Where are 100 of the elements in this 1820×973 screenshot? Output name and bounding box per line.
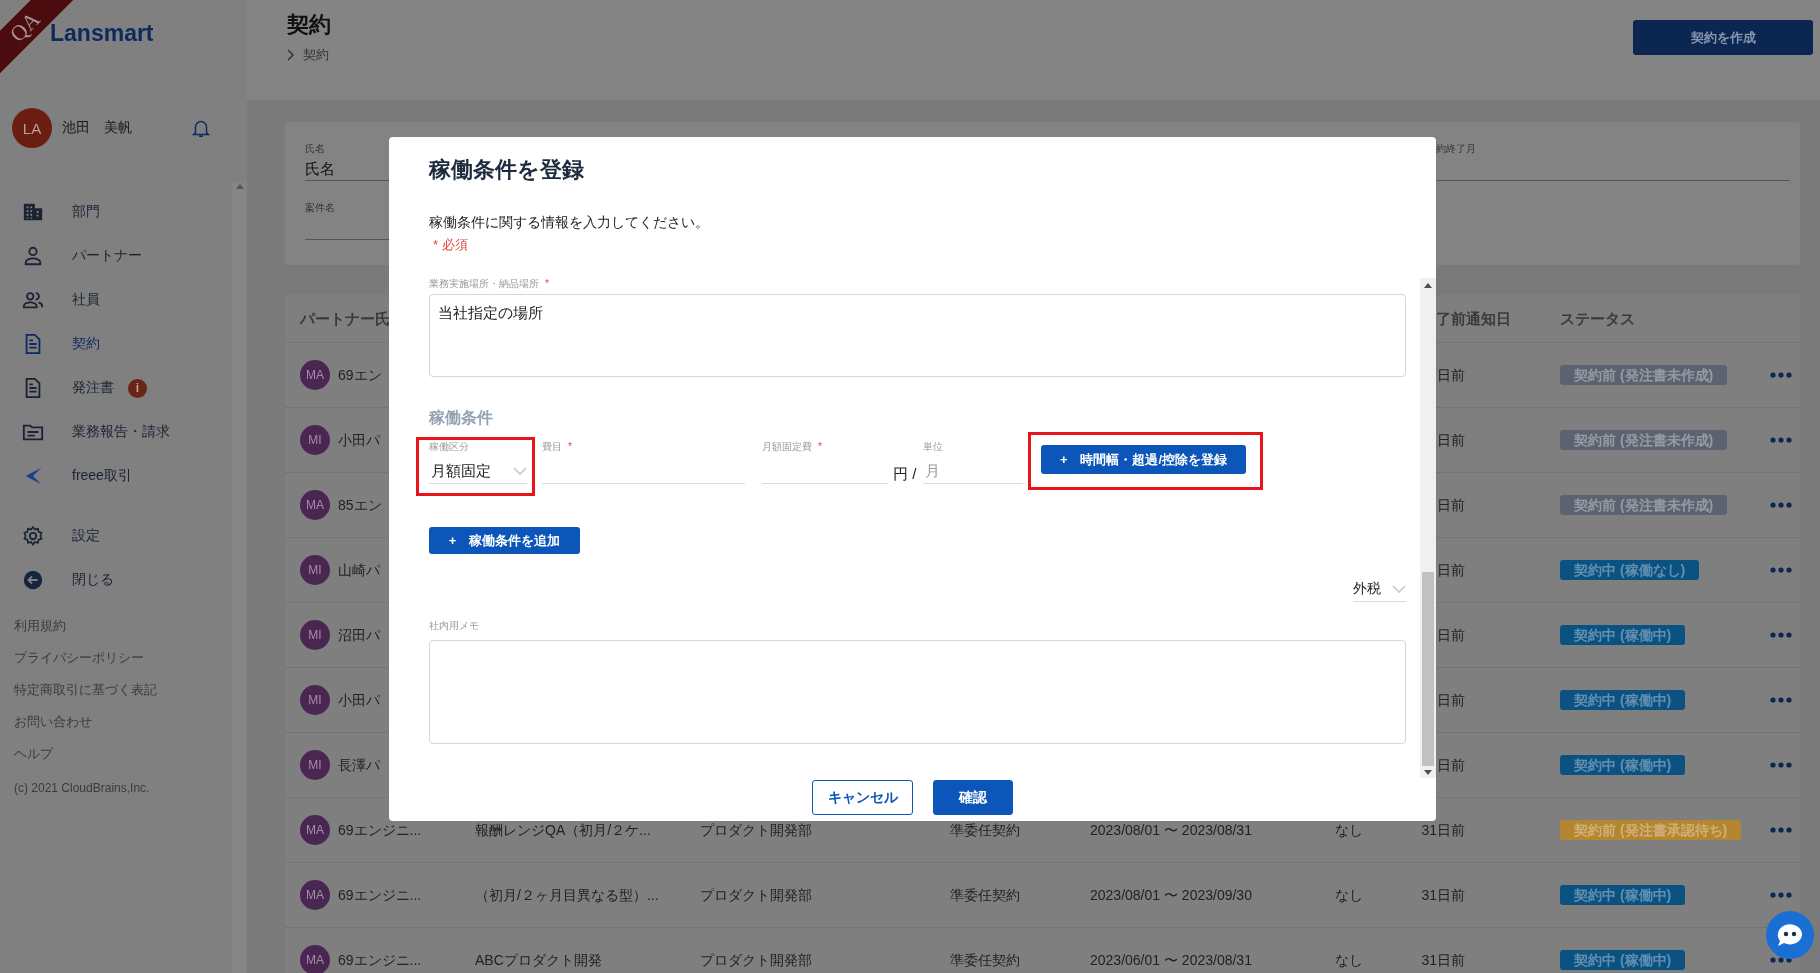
table-cell-text: なし	[1335, 822, 1364, 838]
chat-button-icon[interactable]	[1765, 910, 1815, 960]
nav-item[interactable]: 発注書 i	[0, 366, 232, 410]
nav-item[interactable]: 契約	[0, 322, 232, 366]
nav-item[interactable]: 設定	[0, 514, 232, 558]
add-condition-button[interactable]: + 稼働条件を追加	[429, 527, 580, 554]
partner-name[interactable]: 山崎パ	[338, 562, 380, 578]
more-options-icon[interactable]	[1770, 892, 1792, 898]
required-mark: *	[545, 278, 549, 290]
partner-name[interactable]: 69エン	[338, 367, 382, 383]
create-contract-button[interactable]: 契約を作成	[1633, 20, 1813, 55]
scrollbar[interactable]	[232, 183, 247, 973]
breadcrumb-link[interactable]: 契約	[303, 46, 329, 64]
partner-name[interactable]: 69エンジニ...	[338, 822, 422, 838]
required-mark: *	[568, 441, 572, 453]
more-options-icon[interactable]	[1770, 632, 1792, 638]
select-field[interactable]: 月額固定	[429, 459, 527, 484]
arrow-left-circle-icon	[22, 569, 44, 591]
nav-label: freee取引	[72, 467, 132, 485]
table-cell: 日前	[1437, 562, 1465, 578]
select-value: 月額固定	[431, 461, 491, 481]
table-cell-text: プロダクト開発部	[700, 952, 813, 968]
field-label: 案件名	[305, 201, 335, 215]
partner-avatar: MI	[300, 620, 330, 650]
footer-link[interactable]: 利用規約	[14, 610, 232, 642]
table-cell-text: 準委任契約	[950, 822, 1021, 838]
column-header[interactable]: ステータス	[1560, 310, 1765, 327]
partner-name[interactable]: 69エンジニ...	[338, 952, 422, 968]
dialog-title: 稼働条件を登録	[429, 156, 585, 184]
partner-name[interactable]: 69エンジニ...	[338, 887, 422, 903]
partner-name[interactable]: 小田パ	[338, 432, 380, 448]
chevron-right-icon	[287, 49, 295, 61]
more-options-icon[interactable]	[1770, 372, 1792, 378]
more-options-icon[interactable]	[1770, 437, 1792, 443]
nav-label: 発注書	[72, 379, 114, 397]
field-label: 氏名	[305, 142, 325, 156]
ribbon-label: QA	[4, 6, 46, 48]
copyright-text: (c) 2021 CloudBrains,Inc.	[14, 780, 151, 796]
nav-item[interactable]: パートナー	[0, 234, 232, 278]
field-label: 稼働区分	[429, 441, 469, 453]
tax-select[interactable]: 外税	[1353, 577, 1406, 602]
nav-label: 社員	[72, 291, 100, 309]
table-cell: 31日前	[1421, 822, 1465, 838]
scrollbar-thumb[interactable]	[1422, 572, 1434, 766]
field-label: 社内用メモ	[429, 620, 479, 632]
table-cell: 日前	[1437, 627, 1465, 643]
required-mark: *	[818, 441, 822, 453]
partner-name[interactable]: 85エン	[338, 497, 382, 513]
partner-name[interactable]: 小田パ	[338, 692, 380, 708]
table-cell: 日前	[1437, 432, 1465, 448]
nav-label: 業務報告・請求	[72, 423, 170, 441]
more-options-icon[interactable]	[1770, 957, 1792, 963]
nav-item[interactable]: 業務報告・請求	[0, 410, 232, 454]
nav-label: 契約	[72, 335, 100, 353]
status-tag: 契約中 (稼働中)	[1560, 625, 1686, 645]
table-cell: 31日前	[1421, 952, 1465, 968]
field-label: 単位	[923, 441, 943, 453]
more-options-icon[interactable]	[1770, 567, 1792, 573]
more-options-icon[interactable]	[1770, 827, 1792, 833]
status-tag: 契約前 (発注書承認待ち)	[1560, 820, 1742, 840]
more-options-icon[interactable]	[1770, 502, 1792, 508]
info-badge: i	[128, 378, 147, 398]
partner-name[interactable]: 長澤パ	[338, 757, 380, 773]
nav-item[interactable]: freee取引	[0, 454, 232, 498]
nav-label: パートナー	[72, 247, 142, 265]
confirm-button[interactable]: 確認	[933, 780, 1013, 815]
user-name: 池田 美帆	[62, 119, 133, 137]
people-icon	[22, 289, 44, 311]
footer-link[interactable]: お問い合わせ	[14, 706, 232, 738]
nav-item[interactable]: 閉じる	[0, 558, 232, 602]
table-cell-text: 準委任契約	[950, 887, 1021, 903]
partner-avatar: MA	[300, 490, 330, 520]
select-value: 外税	[1353, 580, 1381, 598]
partner-avatar: MA	[300, 880, 330, 910]
table-cell-text: （初月/２ヶ月目異なる型）...	[475, 887, 660, 903]
more-options-icon[interactable]	[1770, 762, 1792, 768]
scrollbar[interactable]	[1420, 278, 1436, 778]
more-options-icon[interactable]	[1770, 697, 1792, 703]
user-avatar: LA	[12, 108, 52, 148]
nav-item[interactable]: 部門	[0, 190, 232, 234]
table-cell-text: 準委任契約	[950, 952, 1021, 968]
partner-name[interactable]: 沼田パ	[338, 627, 380, 643]
partner-avatar: MA	[300, 360, 330, 390]
unit-text: 円 /	[893, 465, 918, 484]
table-cell-text: 報酬レンジQA（初月/２ケ...	[475, 822, 652, 838]
status-tag: 契約中 (稼働中)	[1560, 950, 1686, 970]
partner-avatar: MA	[300, 815, 330, 845]
table-cell: 日前	[1437, 692, 1465, 708]
footer-link[interactable]: 特定商取引に基づく表記	[14, 674, 232, 706]
partner-avatar: MI	[300, 555, 330, 585]
table-cell-text: なし	[1335, 952, 1364, 968]
status-tag: 契約中 (稼働なし)	[1560, 560, 1700, 580]
partner-avatar: MI	[300, 425, 330, 455]
nav-item[interactable]: 社員	[0, 278, 232, 322]
location-textarea[interactable]: 当社指定の場所	[429, 294, 1406, 377]
field-label: 月額固定費	[762, 441, 812, 453]
footer-link[interactable]: ヘルプ	[14, 738, 232, 770]
table-cell: 日前	[1437, 497, 1465, 513]
cancel-button[interactable]: キャンセル	[812, 780, 913, 815]
add-time-range-button[interactable]: + 時間幅・超過/控除を登録	[1041, 445, 1246, 474]
